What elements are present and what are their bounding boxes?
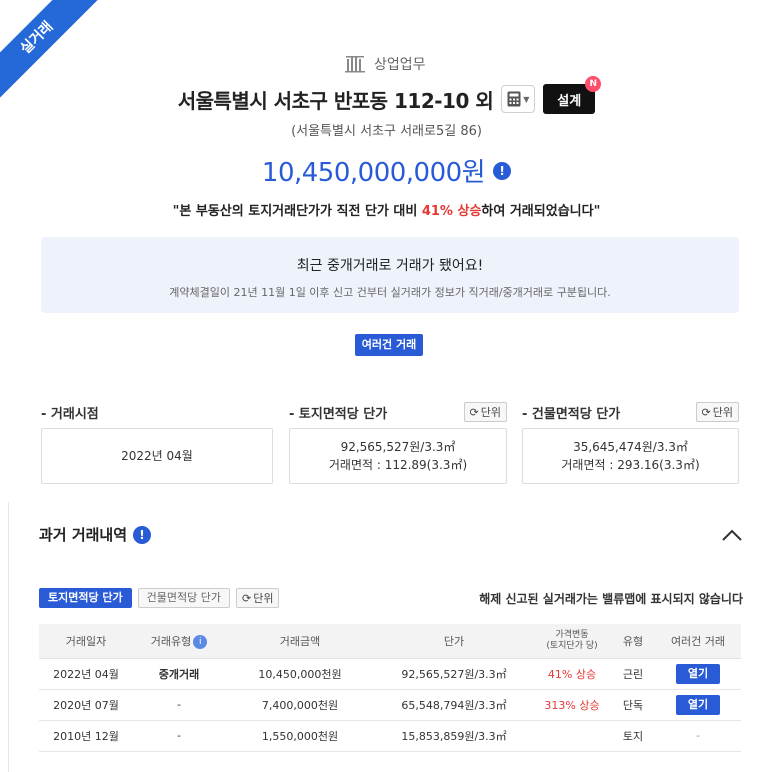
price-row: 10,450,000,000원 ! [0,152,773,189]
tab-building-unit-price[interactable]: 건물면적당 단가 [137,588,231,608]
unit-label: 단위 [480,406,501,419]
section-divider [0,490,773,502]
metric-value: 35,645,474원/3.3㎡ [573,440,688,454]
col-unit-price: 단가 [375,624,533,659]
unit-label: 단위 [253,592,274,605]
cell-type: - [133,689,225,721]
col-change-label: 가격변동 [555,629,589,640]
past-transactions-header: 과거 거래내역 ! [39,524,152,545]
multi-transaction-button[interactable]: 여러건 거래 [355,334,423,356]
refresh-icon: ⟳ [469,405,479,419]
table-header-row: 거래일자 거래유형 i 거래금액 단가 가격변동 (토지단가 당) 유형 여러건 거… [39,624,741,659]
cell-date: 2010년 12월 [39,720,133,752]
section-title: 과거 거래내역 [39,526,128,544]
cell-kind: 토지 [611,720,655,752]
cell-kind: 단독 [611,689,655,721]
notice-box: 최근 중개거래로 거래가 됐어요! 계약체결일이 21년 11월 1일 이후 신… [41,237,739,313]
cell-multi: 열기 [655,658,741,690]
cell-type: - [133,720,225,752]
chevron-down-icon: ▼ [523,94,530,104]
col-change-sublabel: (토지단가 당) [546,640,598,651]
quote-highlight: 41% 상승 [421,204,482,219]
cell-type: 중개거래 [133,658,225,690]
metric-box: 2022년 04월 [41,428,273,484]
info-icon[interactable]: ! [133,525,152,544]
col-amount: 거래금액 [225,624,375,659]
tab-land-unit-price[interactable]: 토지면적당 단가 [39,588,132,608]
table-row: 2022년 04월 중개거래 10,450,000천원 92,565,527원/… [39,658,741,690]
building-icon [345,56,365,73]
transaction-price: 10,450,000,000원 [261,158,486,188]
cell-change: 41% 상승 [533,658,611,690]
summary-panel: 실거래 상업업무 서울특별시 서초구 반포동 112-10 외 ▼ 설계 N (… [0,0,773,490]
page-title: 서울특별시 서초구 반포동 112-10 외 [177,88,494,113]
table-row: 2020년 07월 - 7,400,000천원 65,548,794원/3.3㎡… [39,689,741,721]
refresh-icon: ⟳ [701,405,711,419]
quote-before: "본 부동산의 토지거래단가가 직전 단가 대비 [172,204,422,219]
past-transactions-table: 거래일자 거래유형 i 거래금액 단가 가격변동 (토지단가 당) 유형 여러건 거… [39,624,741,752]
unit-label: 단위 [712,406,733,419]
quote-after: 하여 거래되었습니다" [481,204,601,219]
calculator-icon [507,91,521,107]
info-icon[interactable]: ! [493,161,512,180]
cell-unit-price: 92,565,527원/3.3㎡ [375,658,533,690]
new-badge: N [585,76,602,92]
title-row: 서울특별시 서초구 반포동 112-10 외 ▼ 설계 N [0,76,773,114]
col-type: 거래유형 i [133,624,225,659]
metric-transaction-time: - 거래시점 2022년 04월 [41,400,273,484]
design-button[interactable]: 설계 N [543,76,602,114]
road-address: (서울특별시 서초구 서래로5길 86) [291,124,482,139]
metric-box: 92,565,527원/3.3㎡ 거래면적 : 112.89(3.3㎡) [289,428,507,484]
col-multi: 여러건 거래 [655,624,741,659]
notice-title: 최근 중개거래로 거래가 됐어요! [296,258,484,274]
cell-date: 2022년 04월 [39,658,133,690]
cell-unit-price: 65,548,794원/3.3㎡ [375,689,533,721]
cell-date: 2020년 07월 [39,689,133,721]
open-button[interactable]: 열기 [676,663,720,684]
col-type-label: 거래유형 [150,634,192,648]
unit-toggle-button[interactable]: ⟳ 단위 [463,402,507,422]
metric-label: - 토지면적당 단가 [289,406,388,422]
category-label: 상업업무 [374,57,426,73]
cell-unit-price: 15,853,859원/3.3㎡ [375,720,533,752]
property-category: 상업업무 [344,52,426,76]
col-change: 가격변동 (토지단가 당) [533,624,611,659]
price-change-quote: "본 부동산의 토지거래단가가 직전 단가 대비 41% 상승하여 거래되었습니… [0,200,773,219]
calculator-button[interactable]: ▼ [501,85,536,113]
unit-toggle-button[interactable]: ⟳ 단위 [236,588,280,608]
cell-amount: 1,550,000천원 [225,720,375,752]
cell-amount: 10,450,000천원 [225,658,375,690]
metric-building-unit-price: - 건물면적당 단가 ⟳ 단위 35,645,474원/3.3㎡ 거래면적 : 2… [522,400,739,484]
cell-kind: 근린 [611,658,655,690]
col-kind: 유형 [611,624,655,659]
info-icon[interactable]: i [193,634,208,649]
cell-amount: 7,400,000천원 [225,689,375,721]
metric-box: 35,645,474원/3.3㎡ 거래면적 : 293.16(3.3㎡) [522,428,739,484]
refresh-icon: ⟳ [242,591,252,605]
table-row: 2010년 12월 - 1,550,000천원 15,853,859원/3.3㎡… [39,720,741,752]
unit-toggle-button[interactable]: ⟳ 단위 [695,402,739,422]
metric-value: 92,565,527원/3.3㎡ [340,440,456,454]
notice-subtitle: 계약체결일이 21년 11월 1일 이후 신고 건부터 실거래가 정보가 직거래… [169,286,611,299]
cell-change [533,720,611,752]
open-button[interactable]: 열기 [676,694,720,715]
metric-value: 2022년 04월 [121,449,193,463]
metric-label: - 거래시점 [41,406,99,422]
metric-area: 거래면적 : 293.16(3.3㎡) [561,458,700,472]
design-button-label: 설계 [557,93,582,109]
metric-label: - 건물면적당 단가 [522,406,621,422]
cell-multi: 열기 [655,689,741,721]
cell-multi: - [655,720,741,752]
past-transactions-panel: 과거 거래내역 ! 토지면적당 단가 건물면적당 단가 ⟳ 단위 해제 신고된 실… [8,502,773,772]
chevron-up-icon[interactable] [721,528,743,542]
col-date: 거래일자 [39,624,133,659]
metric-land-unit-price: - 토지면적당 단가 ⟳ 단위 92,565,527원/3.3㎡ 거래면적 : 1… [289,400,507,484]
left-gutter [0,490,8,772]
cell-change: 313% 상승 [533,689,611,721]
price-basis-tabs: 토지면적당 단가 건물면적당 단가 ⟳ 단위 [39,588,280,608]
cancellation-hint: 해제 신고된 실거래가는 밸류맵에 표시되지 않습니다 [479,592,743,606]
metric-area: 거래면적 : 112.89(3.3㎡) [328,458,468,472]
